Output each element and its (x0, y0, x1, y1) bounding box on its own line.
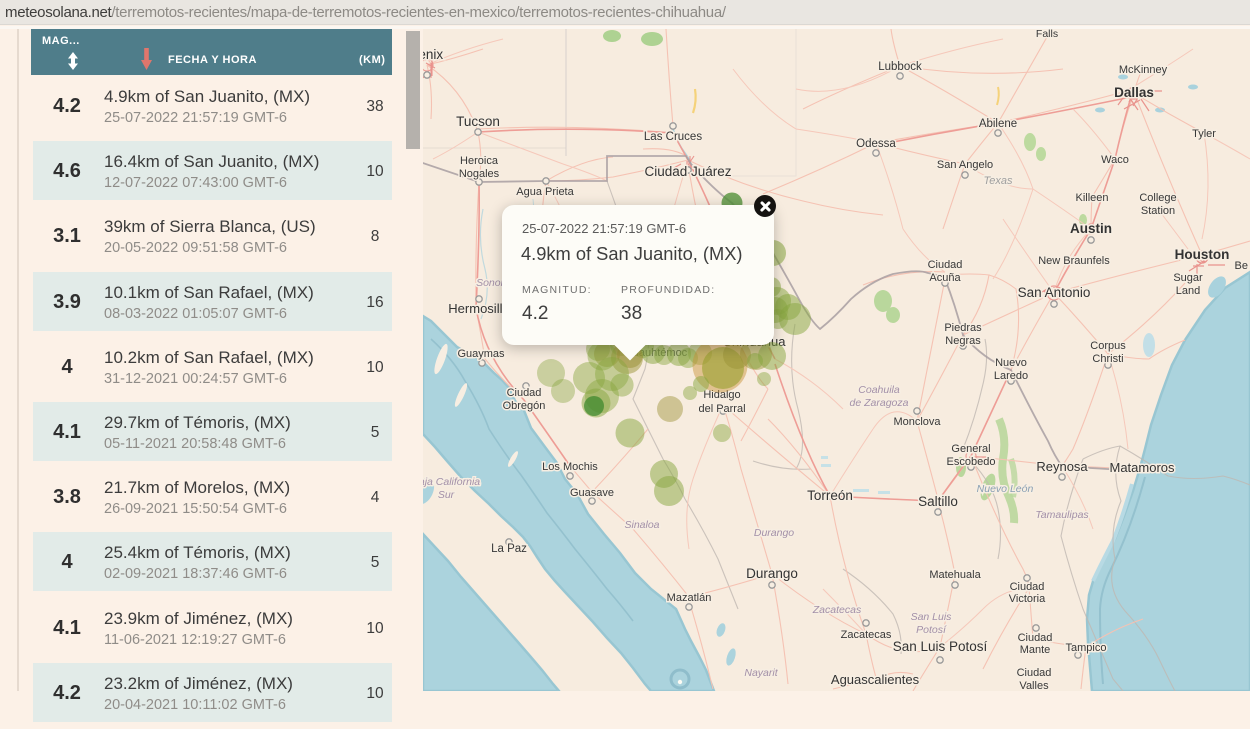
svg-text:Durango: Durango (754, 527, 794, 539)
svg-text:Guaymas: Guaymas (457, 348, 505, 360)
svg-text:Guasave: Guasave (570, 487, 614, 499)
svg-text:Zacatecas: Zacatecas (841, 629, 892, 641)
svg-text:Heroica: Heroica (460, 155, 499, 167)
svg-text:Nuevo: Nuevo (995, 357, 1027, 369)
svg-text:College: College (1139, 192, 1176, 204)
svg-text:Austin: Austin (1070, 221, 1112, 236)
svg-text:Torreón: Torreón (807, 488, 853, 503)
svg-text:Dallas: Dallas (1114, 85, 1154, 100)
svg-text:Hermosillo: Hermosillo (448, 301, 509, 316)
svg-text:Falls: Falls (1036, 29, 1058, 40)
svg-text:Nayarit: Nayarit (744, 667, 778, 679)
svg-text:New Braunfels: New Braunfels (1038, 255, 1110, 267)
svg-text:Durango: Durango (746, 566, 798, 581)
svg-text:Tyler: Tyler (1192, 128, 1216, 140)
svg-text:Saltillo: Saltillo (918, 494, 958, 509)
svg-text:Aguascalientes: Aguascalientes (831, 672, 920, 687)
svg-text:Negras: Negras (945, 335, 981, 347)
svg-text:Baja California: Baja California (423, 476, 480, 488)
svg-text:oenix: oenix (423, 47, 443, 62)
svg-text:Valles: Valles (1019, 680, 1049, 691)
svg-text:Mante: Mante (1020, 644, 1051, 656)
svg-text:Los Mochis: Los Mochis (542, 461, 598, 473)
svg-text:Sugar: Sugar (1173, 272, 1203, 284)
svg-text:Corpus: Corpus (1090, 340, 1126, 352)
svg-text:Ciudad: Ciudad (928, 259, 963, 271)
svg-text:del Parral: del Parral (698, 403, 745, 415)
svg-text:Sur: Sur (438, 489, 455, 501)
svg-text:San Luis Potosí: San Luis Potosí (893, 639, 988, 654)
svg-text:Tamaulipas: Tamaulipas (1035, 509, 1089, 521)
svg-text:Reynosa: Reynosa (1036, 459, 1088, 474)
svg-text:Monclova: Monclova (893, 416, 941, 428)
svg-text:Agua Prieta: Agua Prieta (516, 186, 574, 198)
svg-text:Station: Station (1141, 205, 1175, 217)
svg-text:Killeen: Killeen (1075, 192, 1108, 204)
svg-text:Texas: Texas (984, 175, 1013, 187)
svg-text:Land: Land (1176, 285, 1200, 297)
svg-text:Las Cruces: Las Cruces (644, 131, 702, 143)
svg-text:Tucson: Tucson (456, 114, 500, 129)
svg-text:Coahuila: Coahuila (858, 384, 900, 396)
svg-text:Ciudad: Ciudad (1017, 667, 1052, 679)
svg-text:Christi: Christi (1092, 353, 1123, 365)
svg-text:McKinney: McKinney (1119, 64, 1168, 76)
svg-text:Abilene: Abilene (979, 118, 1017, 130)
svg-text:Acuña: Acuña (929, 272, 961, 284)
svg-text:Zacatecas: Zacatecas (812, 604, 862, 616)
svg-text:San Angelo: San Angelo (937, 159, 993, 171)
svg-text:Escobedo: Escobedo (947, 456, 996, 468)
svg-text:Matamoros: Matamoros (1109, 460, 1175, 475)
svg-text:Matehuala: Matehuala (929, 569, 981, 581)
svg-text:Potosí: Potosí (916, 624, 947, 636)
svg-text:Odessa: Odessa (856, 138, 896, 150)
svg-text:General: General (951, 443, 990, 455)
svg-text:Houston: Houston (1175, 247, 1230, 262)
svg-text:Ciudad: Ciudad (1010, 581, 1045, 593)
svg-text:Victoria: Victoria (1009, 593, 1046, 605)
svg-text:Obregón: Obregón (503, 400, 546, 412)
svg-text:Ciudad: Ciudad (1018, 632, 1053, 644)
svg-text:Waco: Waco (1101, 154, 1129, 166)
svg-text:Ciudad: Ciudad (507, 387, 542, 399)
svg-text:de Zaragoza: de Zaragoza (850, 397, 909, 409)
svg-text:San Luis: San Luis (911, 611, 953, 623)
svg-text:Mazatlán: Mazatlán (667, 592, 712, 604)
svg-text:La Paz: La Paz (491, 543, 527, 555)
svg-text:Sinaloa: Sinaloa (624, 519, 659, 531)
svg-text:Nuevo León: Nuevo León (977, 483, 1034, 495)
svg-text:Piedras: Piedras (944, 322, 982, 334)
svg-text:Be: Be (1235, 260, 1248, 272)
svg-text:Laredo: Laredo (994, 370, 1028, 382)
svg-text:Lubbock: Lubbock (878, 61, 922, 73)
svg-text:Nogales: Nogales (459, 168, 500, 180)
svg-text:Ciudad Juárez: Ciudad Juárez (644, 164, 731, 179)
svg-text:Tampico: Tampico (1066, 642, 1107, 654)
svg-text:San Antonio: San Antonio (1018, 285, 1091, 300)
